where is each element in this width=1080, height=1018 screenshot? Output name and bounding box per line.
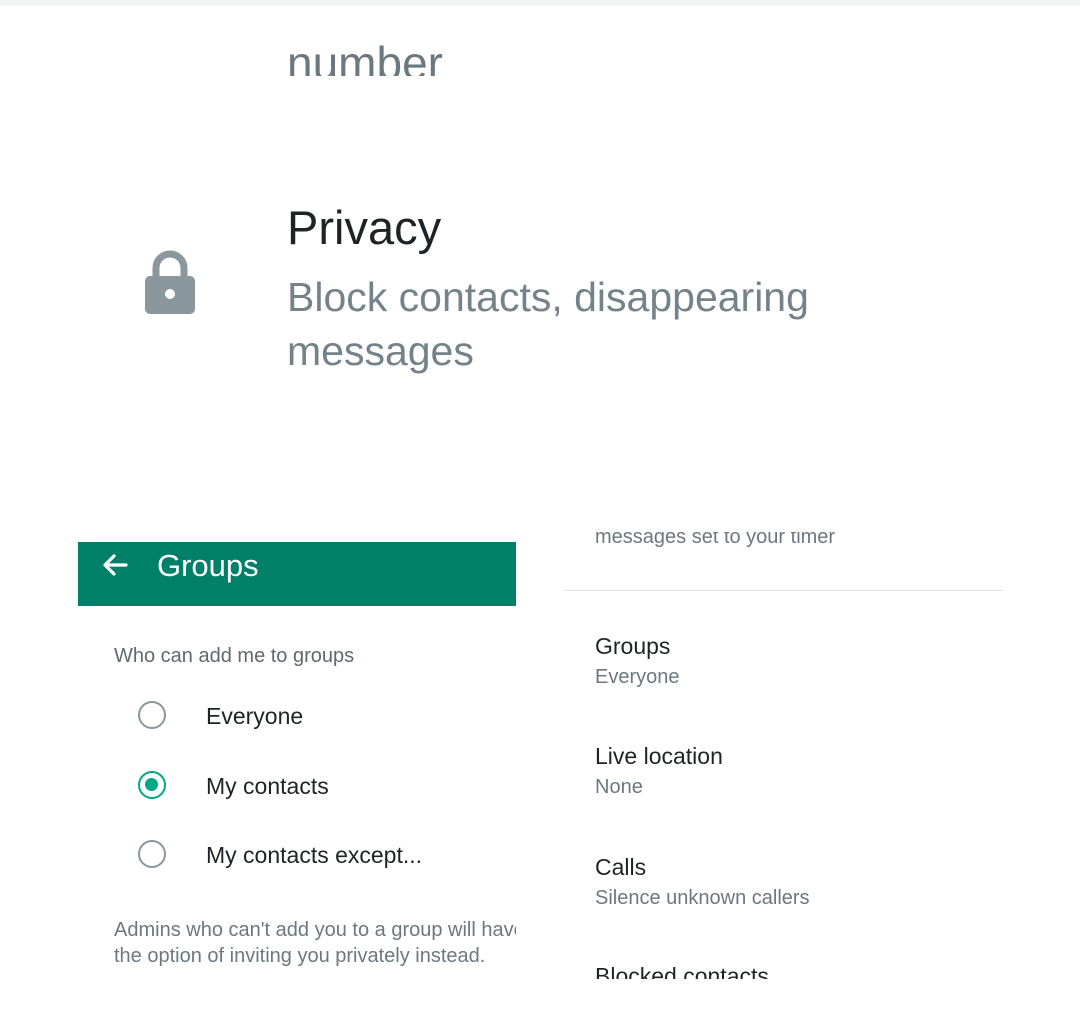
privacy-item-calls-subtitle: Silence unknown callers [595,887,810,909]
admins-info-text: Admins who can't add you to a group will… [114,919,516,967]
privacy-item-blocked-contacts[interactable]: Blocked contacts [595,962,895,979]
option-label: My contacts except... [206,842,423,868]
option-label: My contacts [206,773,329,799]
lock-icon [145,250,195,314]
privacy-subtitle: Block contacts, disappearing messages [287,274,809,374]
section-label: Who can add me to groups [114,645,355,667]
admins-info-note: Admins who can't add you to a group will… [114,917,516,969]
groups-app-bar [78,542,516,606]
radio-unchecked-icon[interactable] [138,701,166,729]
privacy-item-groups-subtitle: Everyone [595,666,680,688]
back-arrow-icon[interactable] [98,548,132,582]
previous-item-cut-text: number [287,37,443,76]
previous-item-cut-text: messages set to your timer [595,532,836,548]
option-label: Everyone [206,703,304,729]
radio-unchecked-icon[interactable] [138,840,166,868]
radio-checked-icon[interactable] [138,771,166,799]
groups-screen-title: Groups [157,548,259,583]
top-edge [0,0,1080,6]
privacy-item-calls-title[interactable]: Calls [595,853,646,881]
privacy-item-live-location-title[interactable]: Live location [595,742,723,770]
privacy-title[interactable]: Privacy [287,198,441,258]
option-everyone[interactable]: Everyone [130,694,516,740]
option-my-contacts-except[interactable]: My contacts except... [130,833,516,879]
list-divider [563,590,1003,591]
option-my-contacts[interactable]: My contacts [130,764,516,810]
privacy-item-live-location-subtitle: None [595,776,643,798]
privacy-item-groups-title[interactable]: Groups [595,632,670,660]
